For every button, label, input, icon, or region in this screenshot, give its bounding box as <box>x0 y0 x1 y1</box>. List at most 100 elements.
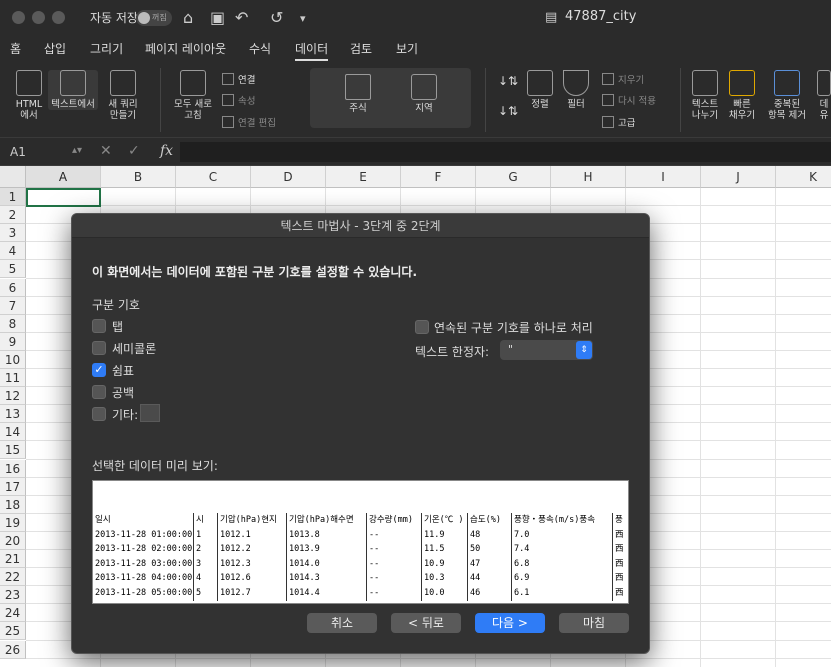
enter-icon[interactable]: ✓ <box>128 143 140 159</box>
text-to-columns-button[interactable]: 텍스트 나누기 <box>688 70 722 121</box>
data-validation-button[interactable]: 데 유 <box>814 70 831 121</box>
column-header[interactable]: I <box>626 166 701 188</box>
save-icon[interactable]: ▣ <box>210 8 225 27</box>
column-header[interactable]: G <box>476 166 551 188</box>
column-header[interactable]: H <box>551 166 626 188</box>
row-header[interactable]: 7 <box>0 296 26 315</box>
semicolon-checkbox[interactable] <box>92 341 106 355</box>
row-header[interactable]: 17 <box>0 477 26 496</box>
finish-button[interactable]: 마침 <box>559 613 629 633</box>
row-header[interactable]: 22 <box>0 568 26 587</box>
row-header[interactable]: 1 <box>0 188 26 206</box>
select-all-button[interactable] <box>0 166 26 188</box>
from-html-button[interactable]: HTML 에서 <box>8 70 50 121</box>
tab-home[interactable]: 홈 <box>10 40 21 57</box>
column-header[interactable]: K <box>776 166 831 188</box>
row-header[interactable]: 18 <box>0 495 26 514</box>
connections-button[interactable]: 연결 <box>222 72 255 86</box>
space-checkbox[interactable] <box>92 385 106 399</box>
clear-button[interactable]: 지우기 <box>602 72 644 86</box>
insert-function-button[interactable]: fx <box>160 143 173 159</box>
row-header[interactable]: 16 <box>0 459 26 478</box>
advanced-button[interactable]: 고급 <box>602 115 635 129</box>
other-checkbox[interactable] <box>92 407 106 421</box>
column-header[interactable]: C <box>176 166 251 188</box>
row-header[interactable]: 6 <box>0 278 26 297</box>
row-header[interactable]: 23 <box>0 586 26 605</box>
refresh-all-button[interactable]: 모두 새로 고침 <box>168 70 218 121</box>
zoom-window-button[interactable] <box>52 11 65 24</box>
remove-duplicates-button[interactable]: 중복된 항목 제거 <box>764 70 810 121</box>
row-header[interactable]: 5 <box>0 260 26 279</box>
home-icon[interactable]: ⌂ <box>183 8 193 27</box>
sort-za-icon[interactable]: ↓⇅ <box>498 104 518 118</box>
row-header[interactable]: 24 <box>0 604 26 623</box>
edit-links-button[interactable]: 연결 편집 <box>222 115 276 129</box>
consecutive-delimiters-checkbox[interactable] <box>415 320 429 334</box>
stocks-button[interactable]: 주식 <box>328 74 388 114</box>
properties-button[interactable]: 속성 <box>222 93 255 107</box>
flash-fill-button[interactable]: 빠른 채우기 <box>724 70 760 121</box>
row-header[interactable]: 9 <box>0 332 26 351</box>
row-header[interactable]: 4 <box>0 242 26 261</box>
tab-page-layout[interactable]: 페이지 레이아웃 <box>145 40 226 57</box>
comma-checkbox-label: 쉼표 <box>112 364 135 378</box>
selected-cell-a1[interactable] <box>26 188 101 207</box>
next-button[interactable]: 다음 > <box>475 613 545 633</box>
column-header[interactable]: J <box>701 166 776 188</box>
new-query-button[interactable]: 새 쿼리 만들기 <box>100 70 146 121</box>
row-header[interactable]: 10 <box>0 350 26 369</box>
close-window-button[interactable] <box>12 11 25 24</box>
column-header[interactable]: F <box>401 166 476 188</box>
tab-draw[interactable]: 그리기 <box>90 40 123 57</box>
name-box[interactable]: A1 <box>10 145 26 159</box>
name-box-stepper-icon[interactable]: ▴▾ <box>72 145 82 156</box>
column-header[interactable]: B <box>101 166 176 188</box>
formula-input[interactable] <box>180 142 831 162</box>
tab-insert[interactable]: 삽입 <box>44 40 66 57</box>
undo-icon[interactable]: ↶ <box>235 8 248 27</box>
row-header[interactable]: 20 <box>0 531 26 550</box>
cancel-button[interactable]: 취소 <box>307 613 377 633</box>
column-header[interactable]: A <box>26 166 101 188</box>
minimize-window-button[interactable] <box>32 11 45 24</box>
other-delimiter-input[interactable] <box>140 404 160 422</box>
back-button[interactable]: < 뒤로 <box>391 613 461 633</box>
tab-formulas[interactable]: 수식 <box>249 40 271 57</box>
html-globe-icon <box>16 70 42 96</box>
text-qualifier-select[interactable]: " ⇕ <box>500 340 593 360</box>
tab-view[interactable]: 보기 <box>396 40 418 57</box>
cancel-icon[interactable]: ✕ <box>100 143 112 159</box>
tab-checkbox[interactable] <box>92 319 106 333</box>
data-types-gallery: 주식 지역 <box>310 68 471 128</box>
comma-checkbox[interactable]: ✓ <box>92 363 106 377</box>
geography-button[interactable]: 지역 <box>394 74 454 114</box>
autosave-label: 자동 저장 <box>90 11 138 25</box>
sort-button[interactable]: 정렬 <box>522 70 558 110</box>
customize-toolbar-icon[interactable]: ▾ <box>300 12 306 25</box>
row-header[interactable]: 3 <box>0 224 26 243</box>
reapply-button[interactable]: 다시 적용 <box>602 93 656 107</box>
row-header[interactable]: 15 <box>0 441 26 460</box>
filter-button[interactable]: 필터 <box>558 70 594 110</box>
column-header[interactable]: E <box>326 166 401 188</box>
column-header[interactable]: D <box>251 166 326 188</box>
row-header[interactable]: 2 <box>0 206 26 225</box>
row-header[interactable]: 26 <box>0 640 26 659</box>
row-header[interactable]: 13 <box>0 405 26 424</box>
data-preview[interactable]: 일시 시 기압(hPa)현지 기압(hPa)해수면 강수량(mm) 기온(℃ ) 습도(%)… <box>92 480 629 604</box>
row-header[interactable]: 21 <box>0 550 26 568</box>
row-header[interactable]: 8 <box>0 314 26 333</box>
autosave-toggle[interactable]: 꺼짐 <box>136 10 172 26</box>
row-header[interactable]: 14 <box>0 423 26 442</box>
tab-review[interactable]: 검토 <box>350 40 372 57</box>
row-header[interactable]: 25 <box>0 622 26 641</box>
from-text-button[interactable]: 텍스트에서 <box>48 70 98 110</box>
tab-data[interactable]: 데이터 <box>295 40 329 61</box>
row-header[interactable]: 11 <box>0 369 26 387</box>
sort-az-icon[interactable]: ↓⇅ <box>498 74 518 88</box>
redo-icon[interactable]: ↺ <box>270 8 283 27</box>
preview-cell: 7.0 <box>511 527 612 543</box>
row-header[interactable]: 12 <box>0 387 26 406</box>
row-header[interactable]: 19 <box>0 513 26 532</box>
